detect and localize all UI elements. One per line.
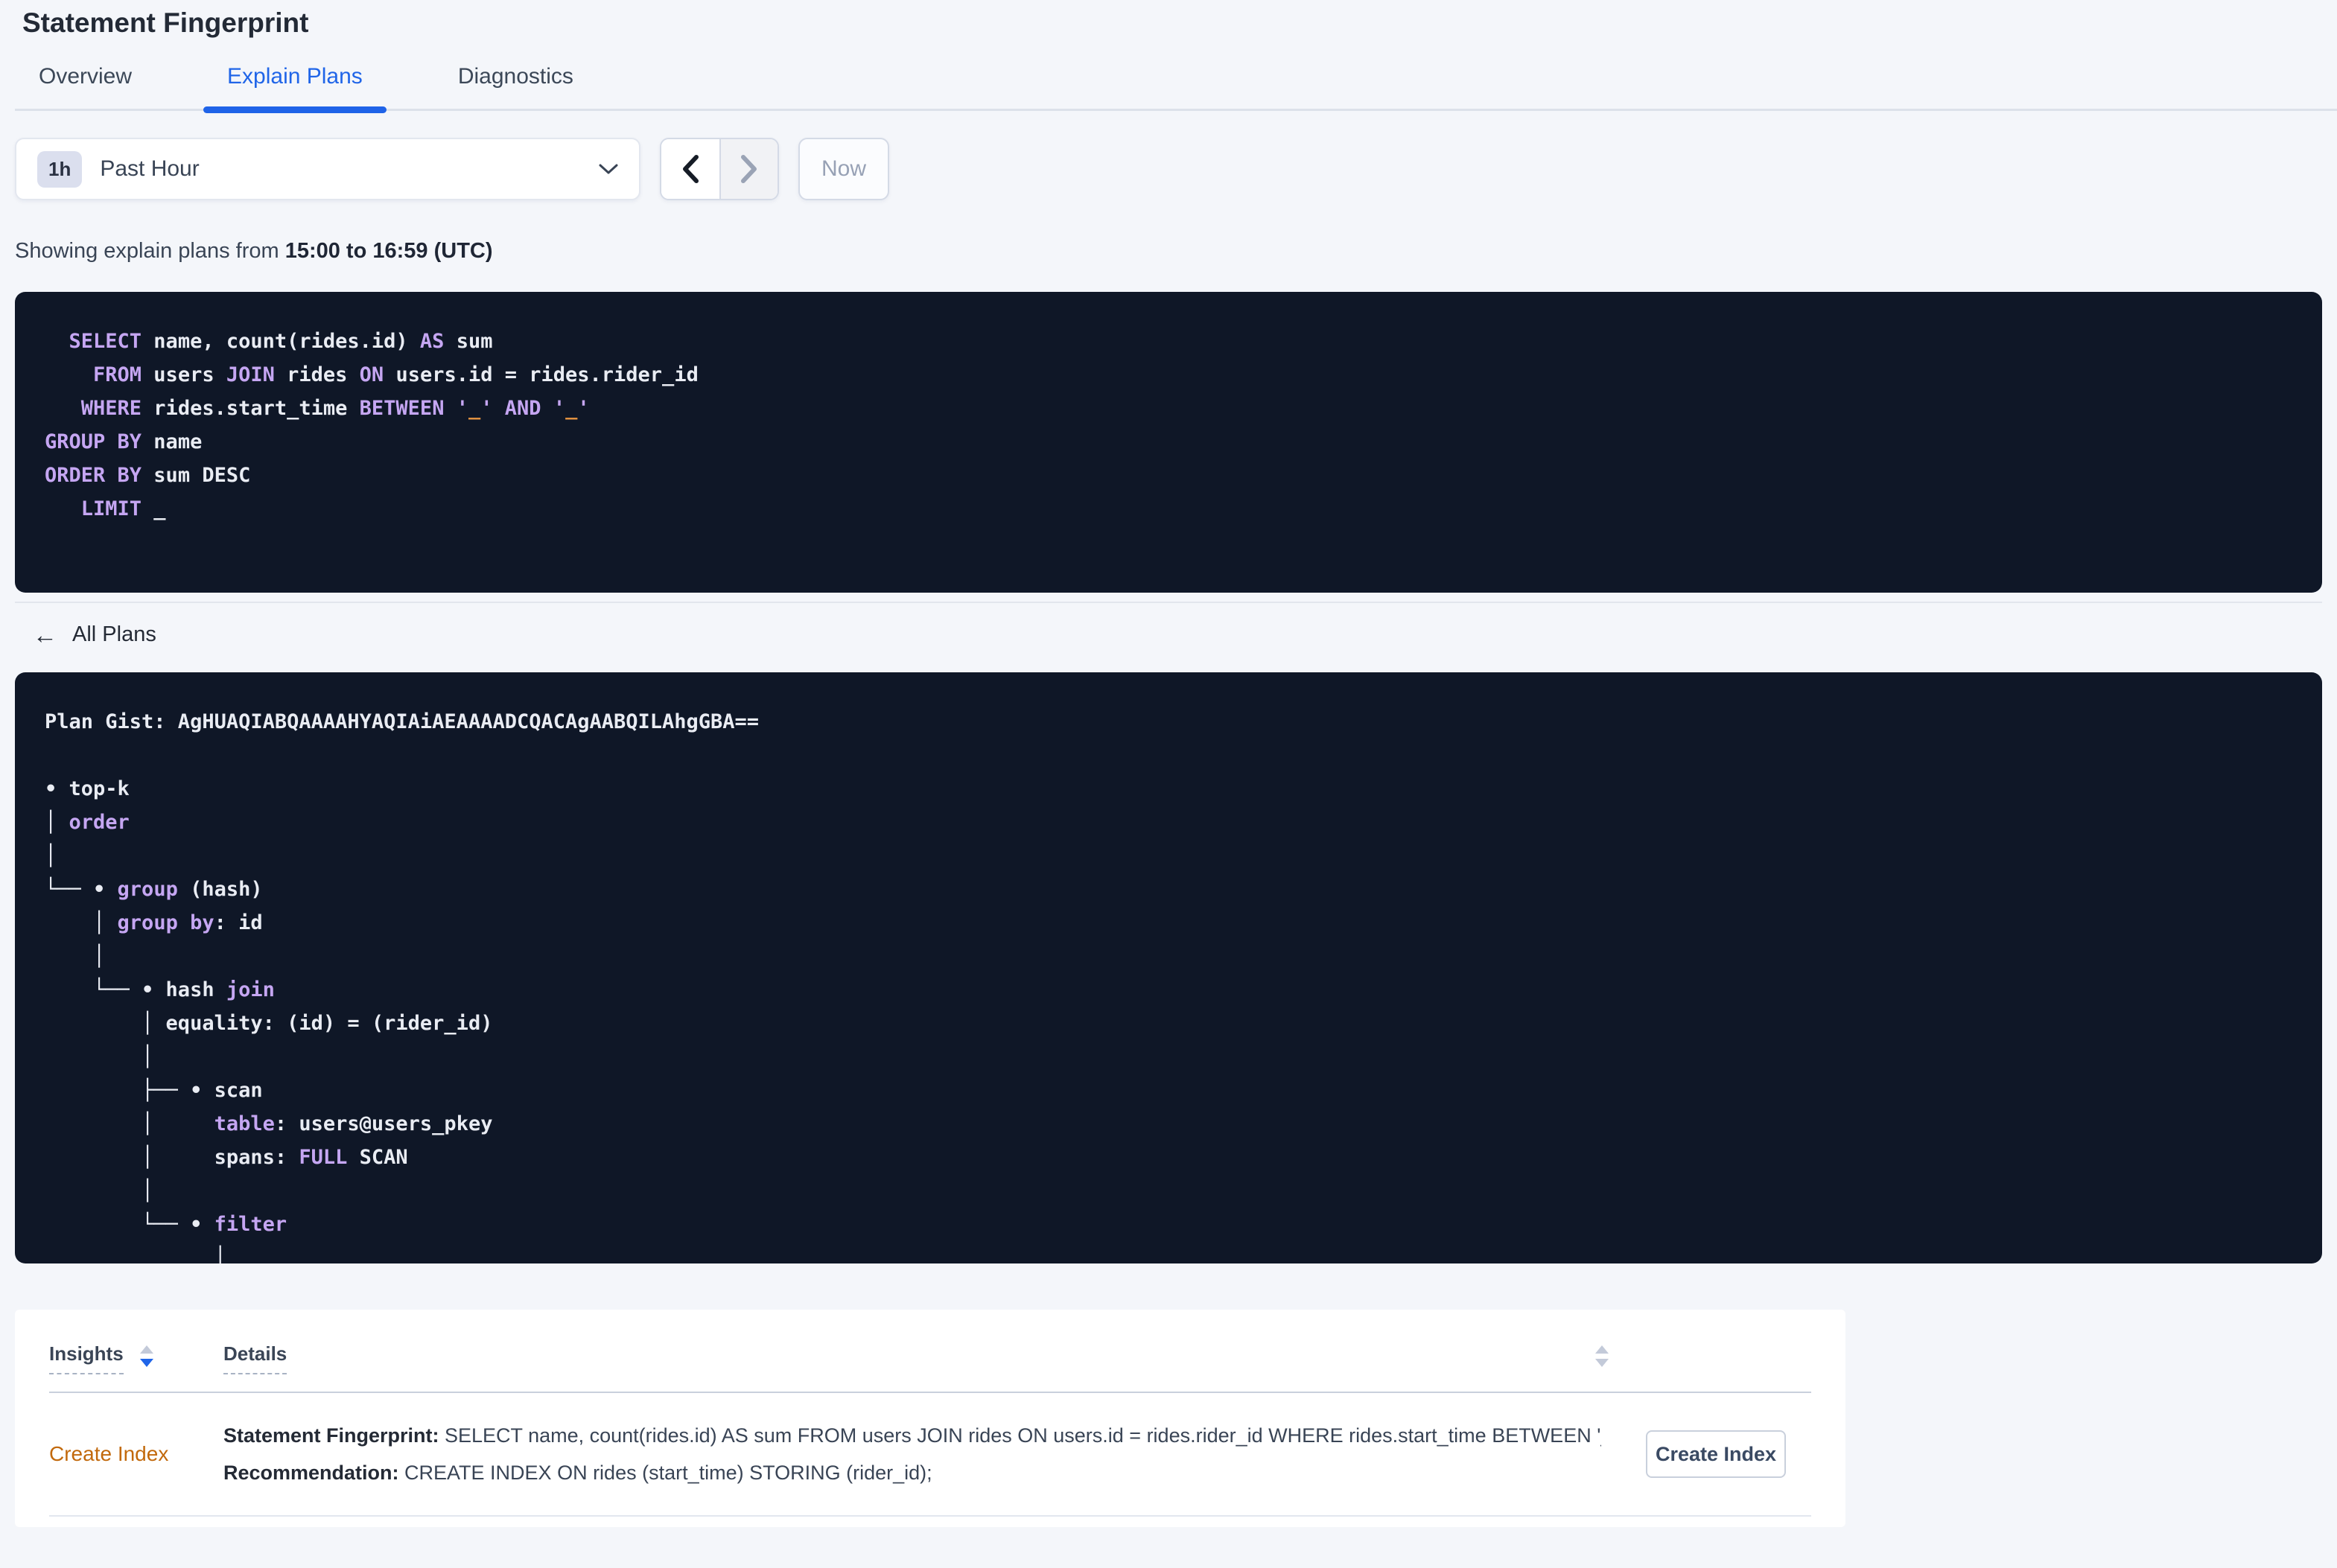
arrow-left-icon: ← [33,621,57,648]
page-title: Statement Fingerprint [22,7,309,38]
statement-fingerprint-page: Statement Fingerprint Overview Explain P… [0,0,2337,1568]
column-header-insights[interactable]: Insights [49,1342,223,1374]
tab-bar: Overview Explain Plans Diagnostics [15,64,2337,113]
now-button[interactable]: Now [798,138,889,200]
insights-table-card: Insights Details Create Index Statement … [15,1310,1845,1527]
time-prev-button[interactable] [661,139,719,199]
statement-fingerprint-text: SELECT name, count(rides.id) AS sum FROM… [439,1424,1601,1447]
insights-table-header: Insights Details [49,1310,1811,1393]
time-nav-button-group [660,138,779,200]
section-divider [15,602,2322,603]
tab-overview-label: Overview [39,64,133,89]
all-plans-link[interactable]: ← All Plans [33,622,156,647]
chevron-left-icon [683,155,699,183]
recommendation-text: CREATE INDEX ON rides (start_time) STORI… [398,1462,932,1484]
time-range-label: Past Hour [100,156,200,181]
tab-diagnostics[interactable]: Diagnostics [434,64,597,109]
all-plans-label: All Plans [72,622,156,646]
recommendation-line: Recommendation: CREATE INDEX ON rides (s… [223,1460,1601,1485]
create-index-button[interactable]: Create Index [1646,1430,1786,1478]
recommendation-label: Recommendation: [223,1462,399,1484]
time-range-badge: 1h [37,150,83,188]
sql-statement-box: SELECT name, count(rides.id) AS sum FROM… [15,292,2322,593]
summary-range: 15:00 to 16:59 (UTC) [284,239,493,263]
sort-icon-details [1595,1345,1609,1367]
time-range-select[interactable]: 1h Past Hour [15,138,640,200]
sort-icon-insights [139,1345,153,1367]
insight-type-link[interactable]: Create Index [49,1442,168,1465]
statement-fingerprint-label: Statement Fingerprint: [223,1424,439,1447]
table-row: Create Index Statement Fingerprint: SELE… [49,1393,1811,1517]
sort-up-icon [1595,1345,1609,1354]
tab-explain-plans[interactable]: Explain Plans [203,64,387,113]
time-range-summary: Showing explain plans from 15:00 to 16:5… [15,239,2337,264]
plan-gist-box: Plan Gist: AgHUAQIABQAAAAHYAQIAiAEAAAADC… [15,672,2322,1263]
sort-down-icon [139,1359,153,1367]
tab-overview[interactable]: Overview [15,64,156,109]
chevron-down-icon [599,164,618,174]
time-controls: 1h Past Hour Now [15,138,2337,200]
sort-up-icon [139,1345,153,1354]
tab-explain-plans-label: Explain Plans [227,64,363,89]
details-column-label: Details [223,1342,287,1374]
insights-column-label: Insights [49,1342,124,1374]
insight-details-cell: Statement Fingerprint: SELECT name, coun… [223,1423,1646,1485]
sort-down-icon [1595,1359,1609,1367]
statement-fingerprint-line: Statement Fingerprint: SELECT name, coun… [223,1423,1601,1448]
chevron-right-icon [741,155,757,183]
tab-diagnostics-label: Diagnostics [457,64,573,89]
summary-prefix: Showing explain plans from [15,239,285,263]
column-header-details[interactable]: Details [223,1342,1811,1374]
insight-type-cell: Create Index [49,1442,223,1466]
time-next-button[interactable] [719,139,778,199]
